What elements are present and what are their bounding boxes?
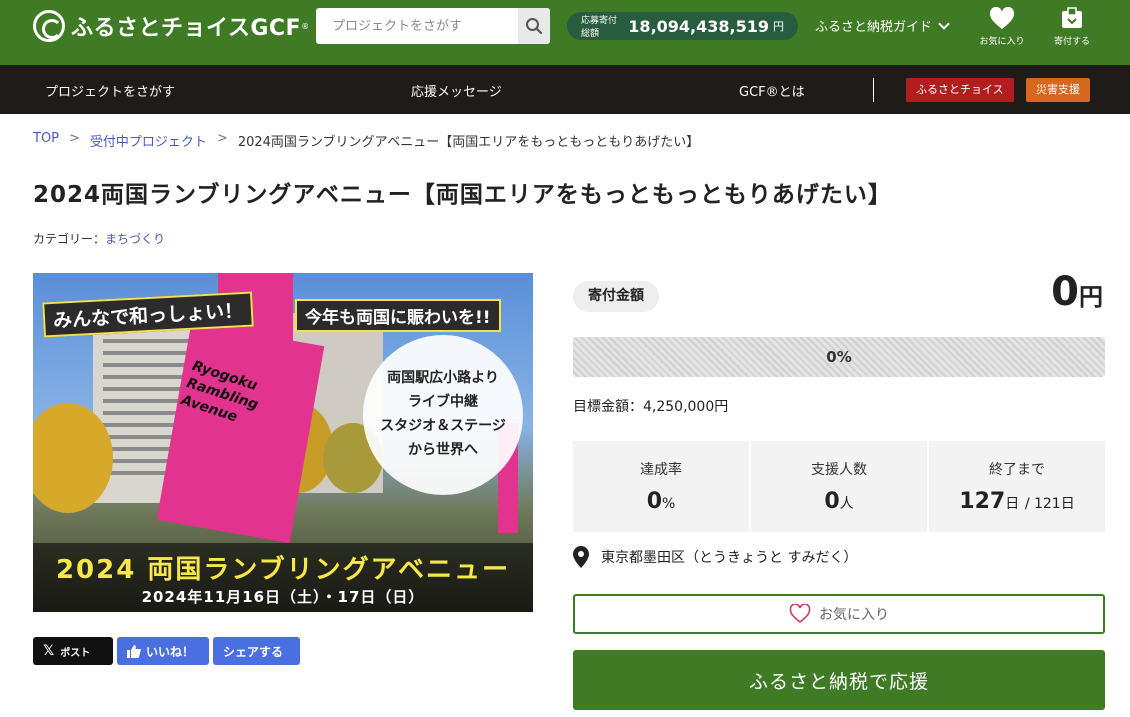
category-label: カテゴリー： bbox=[33, 232, 106, 246]
total-donations-label: 応募寄付総額 bbox=[581, 16, 618, 39]
x-logo-icon: 𝕏 bbox=[43, 643, 55, 659]
thumbs-up-icon bbox=[127, 644, 141, 658]
donation-amount-value: 0 bbox=[1051, 269, 1079, 315]
stat-unit: % bbox=[662, 496, 676, 512]
stat-label: 支援人数 bbox=[811, 462, 867, 478]
search-box bbox=[316, 8, 550, 44]
stat-total-days: / 121日 bbox=[1024, 496, 1075, 512]
stat-value: 127 bbox=[959, 489, 1006, 514]
hero-date: 2024年11月16日（土）・17日（日） bbox=[141, 588, 425, 606]
nav-about-gcf[interactable]: GCF®とは bbox=[739, 81, 805, 100]
search-icon bbox=[526, 18, 543, 35]
donation-amount-label: 寄付金額 bbox=[573, 281, 659, 312]
heart-icon bbox=[989, 7, 1015, 29]
nav-disaster-support-tag[interactable]: 災害支援 bbox=[1026, 78, 1090, 102]
project-stats: 達成率 0% 支援人数 0人 終了まで 127日 / 121日 bbox=[573, 441, 1105, 532]
logo-text: ふるさとチョイスGCF bbox=[71, 16, 302, 41]
stat-achievement-rate: 達成率 0% bbox=[573, 441, 749, 532]
hero-title-strip: 2024 両国ランブリングアベニュー 2024年11月16日（土）・17日（日） bbox=[33, 543, 533, 612]
nav-support-messages[interactable]: 応援メッセージ bbox=[411, 81, 502, 100]
donate-link[interactable]: 寄付する bbox=[1042, 7, 1102, 47]
breadcrumb-accepting[interactable]: 受付中プロジェクト bbox=[90, 131, 207, 150]
stat-value: 0 bbox=[824, 489, 840, 514]
furusato-tax-support-button[interactable]: ふるさと納税で応援 bbox=[573, 650, 1105, 710]
site-logo[interactable]: ふるさとチョイスGCF ® bbox=[33, 10, 309, 42]
heart-outline-icon bbox=[789, 604, 811, 624]
circle-line: ライブ中継 bbox=[408, 394, 478, 411]
stat-unit: 日 bbox=[1005, 496, 1020, 512]
funding-progress-label: 0% bbox=[826, 348, 852, 366]
hero-banner-right: 今年も両国に賑わいを!! bbox=[295, 299, 501, 332]
chevron-down-icon bbox=[938, 17, 950, 30]
top-header: ふるさとチョイスGCF ® 応募寄付総額 18,094,438,519 円 ふる… bbox=[0, 0, 1130, 65]
x-post-button[interactable]: 𝕏 ポスト bbox=[33, 637, 113, 665]
search-input[interactable] bbox=[316, 8, 518, 44]
search-button[interactable] bbox=[518, 8, 550, 44]
like-label: いいね！ bbox=[146, 644, 195, 659]
funding-progress-bar: 0% bbox=[573, 337, 1105, 377]
hero-title: 2024 両国ランブリングアベニュー bbox=[55, 555, 511, 585]
breadcrumb: TOP > 受付中プロジェクト > 2024両国ランブリングアベニュー【両国エリ… bbox=[33, 131, 699, 150]
nav-furusato-choice-tag[interactable]: ふるさとチョイス bbox=[906, 78, 1014, 102]
facebook-like-button[interactable]: いいね！ bbox=[117, 637, 209, 665]
donation-amount: 0円 bbox=[1051, 269, 1103, 315]
location-text: 東京都墨田区（とうきょうと すみだく） bbox=[601, 550, 858, 566]
total-donations-badge: 応募寄付総額 18,094,438,519 円 bbox=[567, 12, 798, 40]
main-nav: プロジェクトをさがす 応援メッセージ GCF®とは ふるさとチョイス 災害支援 bbox=[0, 65, 1130, 114]
guide-label: ふるさと納税ガイド bbox=[815, 20, 933, 35]
donation-amount-unit: 円 bbox=[1079, 283, 1103, 311]
share-label: シェアする bbox=[223, 644, 284, 659]
stat-supporters: 支援人数 0人 bbox=[751, 441, 927, 532]
category-link[interactable]: まちづくり bbox=[105, 232, 165, 246]
map-pin-icon bbox=[573, 546, 589, 568]
goal-amount: 目標金額：4,250,000円 bbox=[573, 396, 728, 416]
breadcrumb-top[interactable]: TOP bbox=[33, 131, 59, 150]
project-hero-image: Ryogoku Rambling Avenue みんなで和っしょい！ 今年も両国… bbox=[33, 273, 533, 612]
circle-line: から世界へ bbox=[408, 441, 478, 458]
goal-label: 目標金額： bbox=[573, 399, 643, 415]
add-favorite-button[interactable]: お気に入り bbox=[573, 594, 1105, 634]
goal-value: 4,250,000円 bbox=[643, 399, 729, 415]
nav-project-search[interactable]: プロジェクトをさがす bbox=[45, 81, 175, 100]
total-donations-unit: 円 bbox=[773, 20, 784, 33]
facebook-share-button[interactable]: シェアする bbox=[213, 637, 300, 665]
category: カテゴリー：まちづくり bbox=[33, 230, 165, 247]
circle-line: 両国駅広小路より bbox=[387, 370, 499, 387]
stat-label: 終了まで bbox=[989, 462, 1045, 478]
page-title: 2024両国ランブリングアベニュー【両国エリアをもっともっともりあげたい】 bbox=[33, 182, 892, 208]
furusato-guide-menu[interactable]: ふるさと納税ガイド bbox=[815, 16, 950, 35]
project-location: 東京都墨田区（とうきょうと すみだく） bbox=[573, 546, 857, 568]
favorite-button-label: お気に入り bbox=[819, 607, 889, 623]
x-post-label: ポスト bbox=[60, 647, 91, 659]
stat-label: 達成率 bbox=[640, 462, 682, 478]
logo-registered-mark: ® bbox=[301, 21, 310, 31]
favorites-label: お気に入り bbox=[979, 37, 1025, 47]
stat-days-remaining: 終了まで 127日 / 121日 bbox=[929, 441, 1105, 532]
breadcrumb-separator: > bbox=[69, 131, 80, 146]
donate-label: 寄付する bbox=[1053, 37, 1090, 47]
donate-box-icon bbox=[1062, 7, 1082, 28]
stat-unit: 人 bbox=[839, 496, 854, 512]
circle-line: スタジオ＆ステージ bbox=[380, 418, 506, 434]
breadcrumb-separator: > bbox=[216, 131, 228, 146]
favorites-link[interactable]: お気に入り bbox=[972, 7, 1032, 47]
nav-divider bbox=[873, 78, 874, 102]
hero-circle-callout: 両国駅広小路より ライブ中継 スタジオ＆ステージ から世界へ bbox=[363, 335, 523, 495]
breadcrumb-current: 2024両国ランブリングアベニュー【両国エリアをもっともっともりあげたい】 bbox=[237, 135, 700, 150]
logo-mark-icon bbox=[33, 10, 65, 42]
stat-value: 0 bbox=[646, 489, 662, 514]
total-donations-value: 18,094,438,519 bbox=[628, 16, 769, 36]
